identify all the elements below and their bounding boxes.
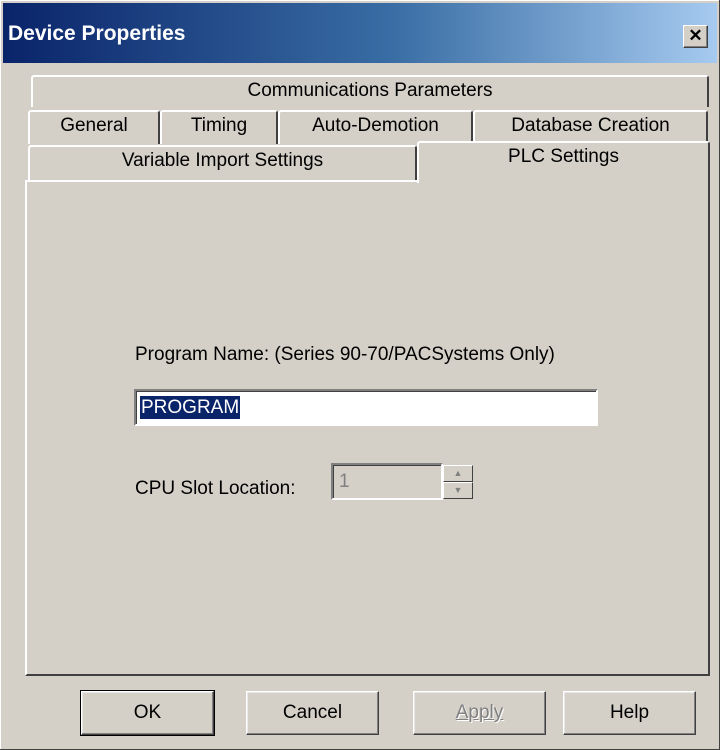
cpu-slot-label: CPU Slot Location: — [135, 478, 296, 499]
tab-label: Variable Import Settings — [121, 150, 324, 171]
program-name-input[interactable]: PROGRAM — [134, 389, 598, 426]
tab-label: General — [60, 115, 128, 136]
device-properties-dialog: Device Properties ✕ Communications Param… — [0, 0, 720, 750]
tab-communications-parameters[interactable]: Communications Parameters — [31, 75, 709, 107]
title-bar[interactable]: Device Properties ✕ — [3, 3, 717, 63]
spin-up-button: ▲ — [443, 465, 473, 482]
help-button[interactable]: Help — [563, 691, 696, 735]
close-button[interactable]: ✕ — [683, 25, 708, 48]
help-label: Help — [609, 702, 650, 723]
tab-plc-settings[interactable]: PLC Settings — [417, 141, 710, 183]
tab-general[interactable]: General — [28, 110, 160, 144]
panel-edge — [25, 180, 417, 182]
tab-variable-import-settings[interactable]: Variable Import Settings — [28, 145, 417, 180]
tab-label: Auto-Demotion — [312, 115, 439, 136]
tab-database-creation[interactable]: Database Creation — [473, 110, 708, 144]
tab-panel-plc-settings — [25, 180, 710, 676]
close-icon: ✕ — [688, 26, 703, 45]
tab-timing[interactable]: Timing — [160, 110, 278, 144]
tab-label: Communications Parameters — [247, 80, 493, 101]
cpu-slot-input: 1 — [331, 463, 443, 500]
ok-button[interactable]: OK — [80, 690, 215, 736]
cpu-slot-value: 1 — [339, 471, 350, 492]
program-name-value: PROGRAM — [140, 396, 241, 419]
cancel-button[interactable]: Cancel — [246, 691, 379, 735]
arrow-down-icon: ▼ — [453, 485, 463, 495]
tab-label: Database Creation — [511, 115, 670, 136]
cancel-label: Cancel — [282, 702, 343, 723]
tab-label: PLC Settings — [508, 146, 619, 167]
tab-auto-demotion[interactable]: Auto-Demotion — [278, 110, 473, 144]
spin-down-button: ▼ — [443, 482, 473, 499]
arrow-up-icon: ▲ — [453, 468, 463, 478]
apply-label: Apply — [455, 702, 504, 723]
tab-label: Timing — [190, 115, 248, 136]
program-name-label: Program Name: (Series 90-70/PACSystems O… — [135, 344, 555, 365]
apply-button: Apply — [413, 691, 546, 735]
window-title: Device Properties — [8, 22, 186, 45]
ok-label: OK — [133, 702, 162, 723]
